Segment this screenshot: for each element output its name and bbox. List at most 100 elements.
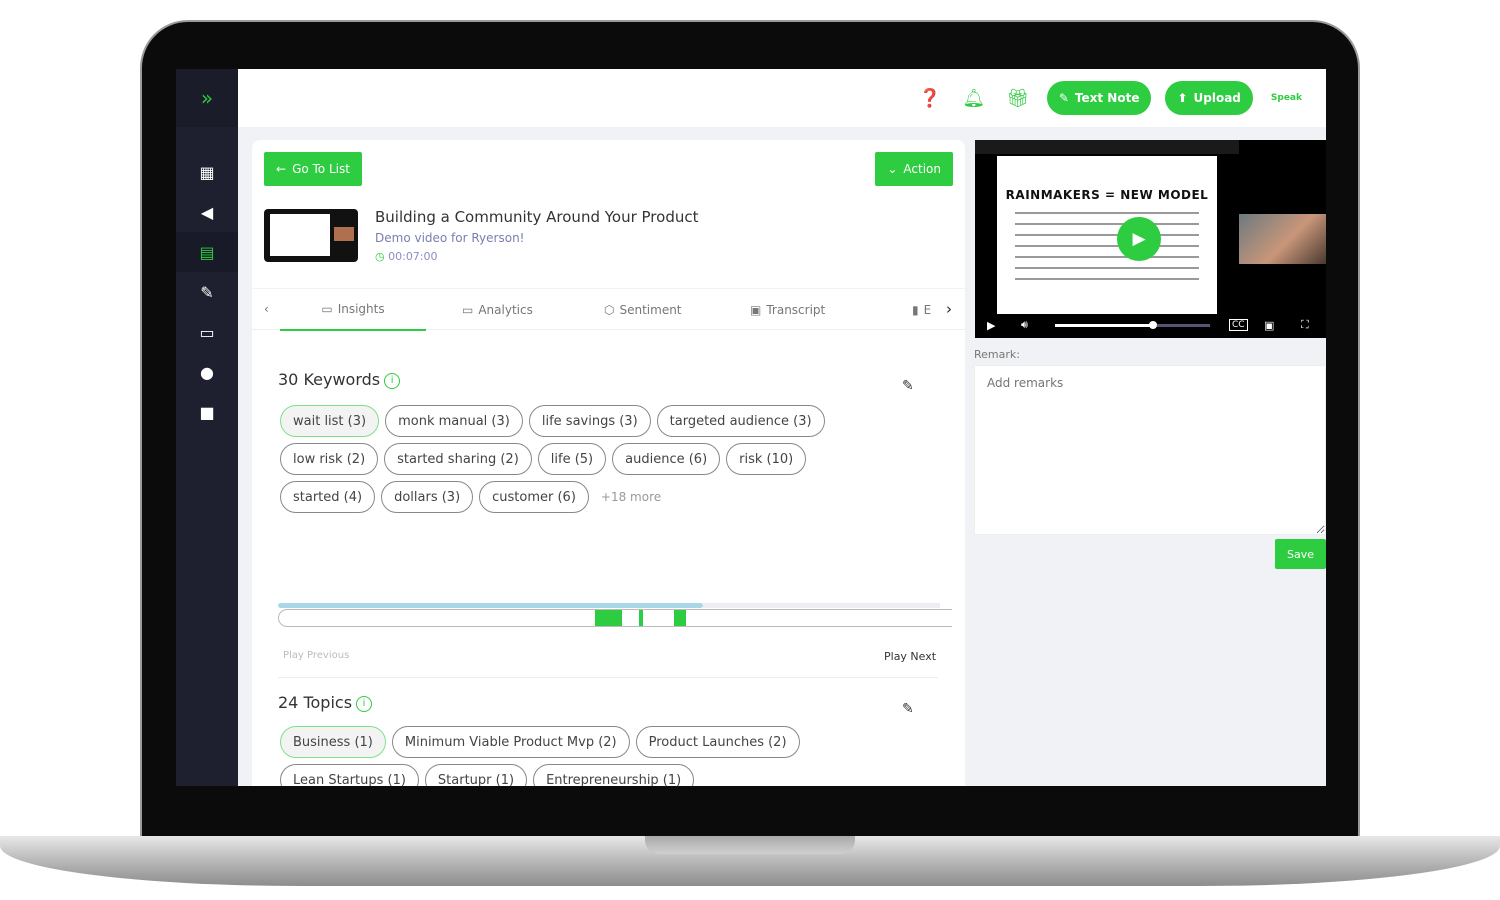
text-note-button[interactable]: ✎ Text Note (1046, 81, 1152, 115)
upload-button[interactable]: ⬆ Upload (1165, 81, 1253, 115)
user-icon: ● (200, 362, 214, 382)
film-icon: ▤ (199, 242, 215, 262)
gift-icon[interactable]: 🎁︎ (1003, 88, 1033, 109)
sidebar-item-folder[interactable]: ■ (176, 392, 238, 432)
remark-input[interactable] (974, 365, 1326, 535)
action-button[interactable]: ⌄ Action (875, 152, 953, 186)
monitor-icon: ▭ (199, 322, 215, 342)
note-edit-icon: ✎ (200, 282, 214, 302)
arrow-left-icon: ← (276, 162, 287, 176)
keyword-chip[interactable]: targeted audience (3) (656, 405, 825, 437)
video-slide: RAINMAKERS = NEW MODEL (997, 156, 1217, 314)
slide-title: RAINMAKERS = NEW MODEL (1005, 188, 1209, 202)
tab-transcript[interactable]: ▣ Transcript (750, 289, 825, 331)
speaker-icon: ◀ (200, 202, 214, 222)
chevron-down-icon: ⌄ (887, 162, 898, 176)
keyword-chip[interactable]: started (4) (280, 481, 376, 513)
tab-bar: ‹ ▭ Insights ▭ Analytics ⬡ Sentiment ▣ Trans… (252, 288, 965, 331)
play-control-icon[interactable]: ▶ (987, 319, 995, 332)
tab-label: Insights (337, 302, 385, 316)
topic-chips: Business (1) Minimum Viable Product Mvp (… (280, 726, 820, 786)
play-icon[interactable]: ▶ (1117, 217, 1161, 261)
keyword-chip[interactable]: customer (6) (479, 481, 589, 513)
media-duration: ◷ 00:07:00 (375, 250, 438, 263)
play-next-button[interactable]: Play Next (884, 650, 936, 663)
sidebar-item-film[interactable]: ▤ (176, 232, 238, 272)
clock-icon: ◷ (375, 250, 385, 263)
topics-title: 24 Topics i (278, 693, 373, 712)
keywords-title: 30 Keywords i (278, 370, 401, 389)
edit-keywords-icon[interactable]: ✎ (902, 378, 914, 394)
keyword-occurrence-marker[interactable] (674, 610, 686, 626)
upload-label: Upload (1193, 91, 1241, 105)
keyword-chip[interactable]: started sharing (2) (384, 443, 532, 475)
sidebar-item-presentation[interactable]: ▦ (176, 152, 238, 192)
sidebar-item-monitor[interactable]: ▭ (176, 312, 238, 352)
keyword-chip[interactable]: monk manual (3) (385, 405, 523, 437)
fullscreen-icon[interactable]: ⛶ (1301, 318, 1309, 332)
topic-chip[interactable]: Entrepreneurship (1) (533, 764, 695, 786)
tabs-scroll-left-icon[interactable]: ‹ (264, 302, 269, 316)
tab-export[interactable]: ▮ E (912, 289, 931, 331)
topic-chip[interactable]: Product Launches (2) (635, 726, 800, 758)
keyword-chips: wait list (3) monk manual (3) life savings… (280, 405, 840, 513)
keyword-chip[interactable]: life (5) (537, 443, 607, 475)
file-icon: ▮ (912, 303, 919, 317)
seek-bar[interactable] (1055, 321, 1210, 329)
keyword-chip[interactable]: risk (10) (726, 443, 807, 475)
show-more-link[interactable]: +18 more (595, 481, 661, 513)
topics-count: 24 Topics (278, 693, 353, 712)
transcript-icon: ▣ (750, 303, 762, 317)
note-icon: ✎ (1058, 91, 1069, 105)
expand-sidebar-icon[interactable]: » (176, 69, 238, 127)
play-previous-button[interactable]: Play Previous (283, 650, 349, 661)
sentiment-icon: ⬡ (604, 303, 615, 317)
tabs-scroll-right-icon[interactable]: › (946, 300, 952, 318)
keyword-chip[interactable]: dollars (3) (381, 481, 474, 513)
topic-chip[interactable]: Business (1) (280, 726, 386, 758)
sidebar: » ▦ ◀ ▤ ✎ ▭ ● ■ (176, 69, 238, 786)
captions-icon[interactable]: CC (1229, 319, 1248, 331)
save-button[interactable]: Save (1275, 539, 1326, 569)
action-label: Action (903, 162, 941, 176)
tab-analytics[interactable]: ▭ Analytics (462, 289, 533, 331)
keyword-chip[interactable]: wait list (3) (280, 405, 380, 437)
keyword-chip[interactable]: life savings (3) (528, 405, 651, 437)
media-thumbnail[interactable] (264, 209, 358, 262)
sidebar-item-user[interactable]: ● (176, 352, 238, 392)
keyword-chip[interactable]: low risk (2) (280, 443, 379, 475)
keywords-count: 30 Keywords (278, 370, 381, 389)
seek-knob[interactable] (1148, 321, 1157, 329)
topic-chip[interactable]: Startupr (1) (424, 764, 528, 786)
divider (278, 677, 938, 678)
sidebar-item-speaker[interactable]: ◀ (176, 192, 238, 232)
volume-icon[interactable]: 🔊︎ (1021, 318, 1028, 332)
go-to-list-button[interactable]: ← Go To List (264, 152, 362, 186)
keyword-occurrence-marker[interactable] (594, 610, 622, 626)
upload-icon: ⬆ (1177, 91, 1188, 105)
tab-sentiment[interactable]: ⬡ Sentiment (604, 289, 682, 331)
info-icon[interactable]: i (384, 373, 401, 389)
topic-chip[interactable]: Minimum Viable Product Mvp (2) (391, 726, 630, 758)
tab-label: Transcript (766, 303, 826, 317)
keyword-chip[interactable]: audience (6) (612, 443, 721, 475)
video-player[interactable]: RAINMAKERS = NEW MODEL ▶ ▶ 🔊︎ CC ▣ ⛶ (975, 140, 1326, 338)
laptop-notch (645, 836, 855, 854)
app-screen: » ▦ ◀ ▤ ✎ ▭ ● ■ ❓ 🔔︎ 🎁︎ ✎ Text Note ⬆ Upload Spe… (176, 69, 1326, 786)
keyword-occurrence-marker[interactable] (638, 610, 644, 626)
seek-fill (1055, 324, 1153, 327)
edit-topics-icon[interactable]: ✎ (902, 701, 914, 717)
picture-in-picture-icon[interactable]: ▣ (1264, 319, 1274, 332)
media-subtitle: Demo video for Ryerson! (375, 231, 525, 245)
sidebar-item-note-edit[interactable]: ✎ (176, 272, 238, 312)
tab-insights[interactable]: ▭ Insights (280, 289, 426, 331)
speak-logo[interactable]: Speak (1271, 93, 1302, 103)
timeline-progress (278, 603, 703, 608)
help-icon[interactable]: ❓ (915, 88, 945, 109)
media-title: Building a Community Around Your Product (375, 208, 699, 226)
tab-label: E (923, 303, 932, 317)
info-icon[interactable]: i (356, 696, 373, 712)
bell-icon[interactable]: 🔔︎ (959, 88, 989, 109)
keyword-timeline[interactable] (278, 603, 952, 627)
topic-chip[interactable]: Lean Startups (1) (280, 764, 419, 786)
